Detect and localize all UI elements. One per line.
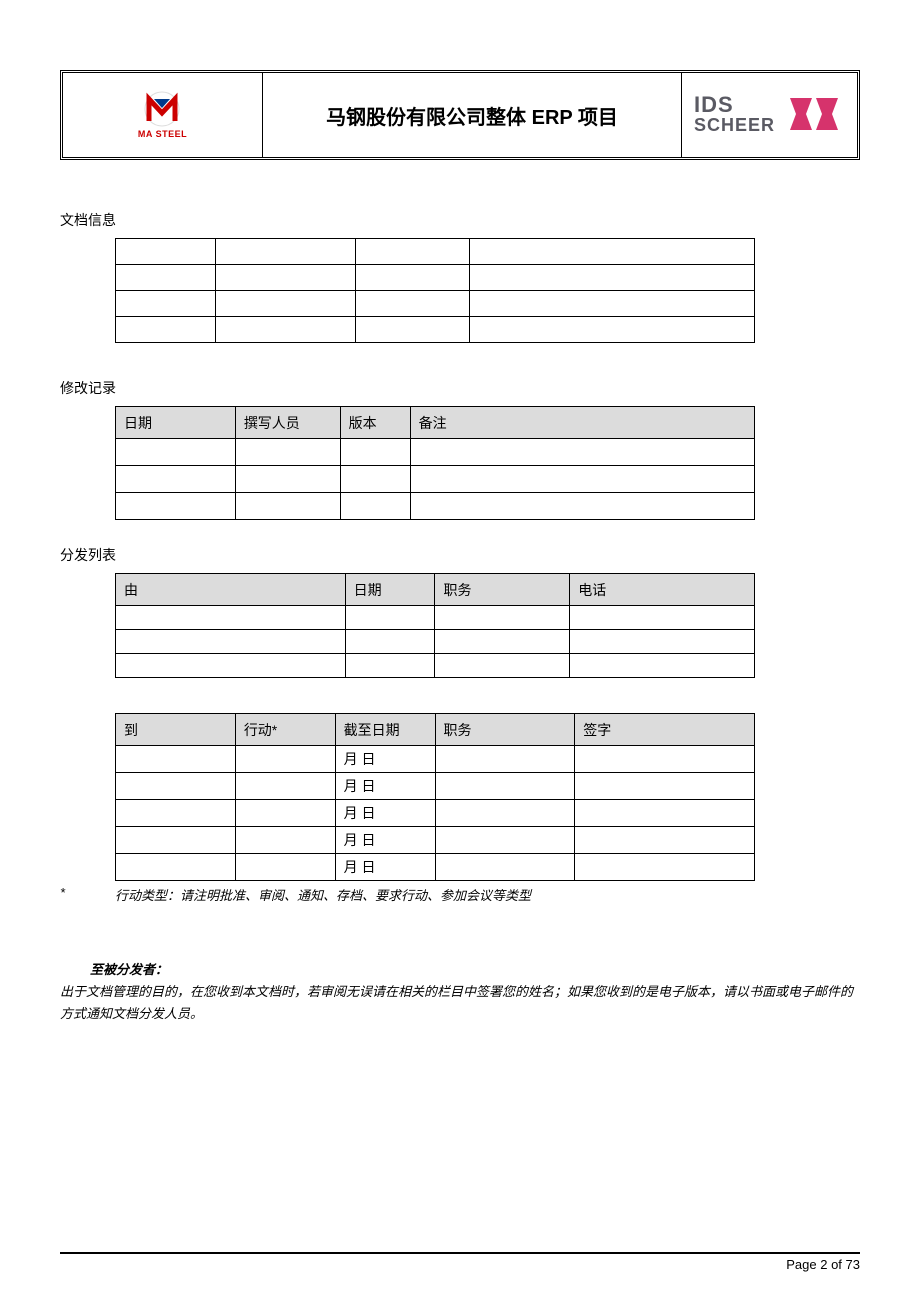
doc-info-table (115, 238, 755, 343)
distribution-to-table: 到 行动* 截至日期 职务 签字 月 日 月 日 月 日 月 日 月 日 (115, 713, 755, 881)
table-row (116, 630, 755, 654)
footnote-star: * (60, 885, 115, 904)
table-row: 月 日 (116, 854, 755, 881)
table-header-row: 由 日期 职务 电话 (116, 574, 755, 606)
table-row: 月 日 (116, 800, 755, 827)
logo-left-cell: MA STEEL (63, 73, 263, 157)
table-row (116, 317, 755, 343)
table-row (116, 265, 755, 291)
table-row (116, 466, 755, 493)
col-author: 撰写人员 (235, 407, 340, 439)
col-position: 职务 (435, 714, 575, 746)
notice-body: 出于文档管理的目的，在您收到本文档时，若审阅无误请在相关的栏目中签署您的姓名；如… (60, 981, 860, 1025)
col-date: 日期 (345, 574, 435, 606)
logo-right-cell: IDS SCHEER (682, 73, 857, 157)
page-number: Page 2 of 73 (60, 1257, 860, 1272)
col-signature: 签字 (575, 714, 755, 746)
table-row: 月 日 (116, 773, 755, 800)
document-page: MA STEEL 马钢股份有限公司整体 ERP 项目 IDS SCHEER 文档… (0, 0, 920, 1065)
date-cell: 月 日 (335, 746, 435, 773)
col-position: 职务 (435, 574, 570, 606)
page-footer: Page 2 of 73 (60, 1252, 860, 1272)
notice-heading: 至被分发者： (60, 959, 860, 981)
footnote-text: 行动类型：请注明批准、审阅、通知、存档、要求行动、参加会议等类型 (115, 885, 531, 904)
masteel-logo-text: MA STEEL (138, 129, 187, 139)
date-cell: 月 日 (335, 773, 435, 800)
table-row (116, 606, 755, 630)
section-title-revision: 修改记录 (60, 378, 860, 398)
table-row (116, 654, 755, 678)
col-version: 版本 (340, 407, 410, 439)
ids-scheer-logo-icon: IDS SCHEER (692, 93, 847, 138)
table-header-row: 到 行动* 截至日期 职务 签字 (116, 714, 755, 746)
distribute-notice: 至被分发者： 出于文档管理的目的，在您收到本文档时，若审阅无误请在相关的栏目中签… (60, 959, 860, 1025)
footer-divider (60, 1252, 860, 1254)
svg-text:IDS: IDS (694, 93, 734, 117)
col-phone: 电话 (570, 574, 755, 606)
col-deadline: 截至日期 (335, 714, 435, 746)
document-title: 马钢股份有限公司整体 ERP 项目 (263, 73, 682, 157)
col-remark: 备注 (410, 407, 754, 439)
col-from: 由 (116, 574, 346, 606)
col-action: 行动* (235, 714, 335, 746)
revision-table: 日期 撰写人员 版本 备注 (115, 406, 755, 520)
table-row (116, 239, 755, 265)
section-title-doc-info: 文档信息 (60, 210, 860, 230)
date-cell: 月 日 (335, 800, 435, 827)
footnote: * 行动类型：请注明批准、审阅、通知、存档、要求行动、参加会议等类型 (60, 885, 860, 904)
masteel-logo-icon: MA STEEL (138, 91, 187, 139)
svg-text:SCHEER: SCHEER (694, 115, 775, 135)
table-row (116, 439, 755, 466)
table-row: 月 日 (116, 827, 755, 854)
header-box: MA STEEL 马钢股份有限公司整体 ERP 项目 IDS SCHEER (60, 70, 860, 160)
table-row (116, 493, 755, 520)
section-title-distribution: 分发列表 (60, 545, 860, 565)
date-cell: 月 日 (335, 827, 435, 854)
col-to: 到 (116, 714, 236, 746)
col-date: 日期 (116, 407, 236, 439)
distribution-from-table: 由 日期 职务 电话 (115, 573, 755, 678)
table-row (116, 291, 755, 317)
table-header-row: 日期 撰写人员 版本 备注 (116, 407, 755, 439)
date-cell: 月 日 (335, 854, 435, 881)
table-row: 月 日 (116, 746, 755, 773)
